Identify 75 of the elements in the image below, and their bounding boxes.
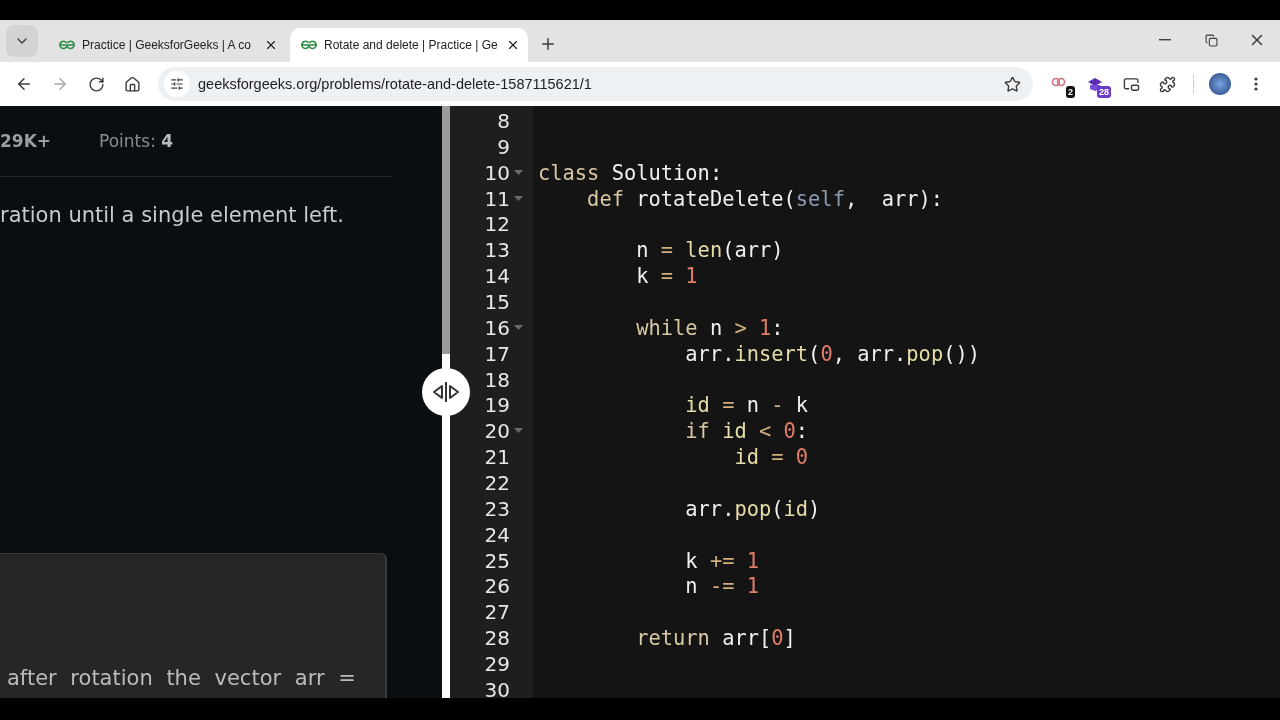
fold-arrow-icon[interactable] [514, 169, 523, 176]
address-bar[interactable]: geeksforgeeks.org/problems/rotate-and-delete-1587115621/1 [158, 67, 1033, 101]
extension-button[interactable]: 2 [1043, 68, 1075, 100]
fold-arrow-icon[interactable] [514, 195, 523, 202]
code-editor[interactable]: class Solution: def rotateDelete(self, arr): n = len(arr) k = 1 while n > 1: arr.insert(0, arr.pop()) id = n - k if id < 0: id = 0 arr.pop(id) k += 1 n -= 1 return arr[0] [533, 106, 1280, 698]
more-icon [1254, 77, 1258, 91]
code-line: n -= 1 [684, 574, 759, 599]
code-line: def rotateDelete(self, arr): [586, 186, 944, 211]
code-line: id = n - k [684, 393, 809, 418]
site-settings-button[interactable] [164, 71, 190, 97]
fold-arrow-icon[interactable] [514, 324, 523, 331]
line-number: 16 [483, 315, 510, 340]
scrollbar-thumb[interactable] [442, 106, 450, 354]
code-line: if id < 0: [684, 419, 809, 444]
line-number: 24 [483, 522, 510, 547]
line-number: 9 [496, 134, 510, 159]
code-line: k += 1 [684, 548, 759, 573]
browser-tab[interactable]: Practice | GeeksforGeeks | A co [48, 28, 286, 62]
url-text: geeksforgeeks.org/problems/rotate-and-delete-1587115621/1 [198, 76, 593, 92]
line-number: 28 [483, 626, 510, 651]
code-line: class Solution: [538, 160, 723, 185]
line-number: 14 [483, 264, 510, 289]
line-number: 15 [483, 289, 510, 314]
code-line: return arr[0] [635, 626, 796, 651]
avatar-icon [1209, 73, 1231, 95]
extension-button[interactable]: 28 [1079, 68, 1111, 100]
line-number: 22 [483, 470, 510, 495]
line-number: 20 [483, 419, 510, 444]
picture-in-picture-icon [1122, 75, 1140, 93]
close-icon[interactable] [506, 38, 520, 52]
fold-arrow-icon[interactable] [514, 428, 523, 435]
line-number: 21 [483, 445, 510, 470]
close-icon[interactable] [264, 38, 278, 52]
count-badge: 28 [1097, 86, 1111, 98]
line-number: 27 [483, 600, 510, 625]
gfg-logo-icon [58, 40, 76, 50]
browser-tab[interactable]: Rotate and delete | Practice | Ge [290, 28, 528, 62]
code-line: k = 1 [635, 264, 698, 289]
example-text: after rotation the vector arr = [7, 666, 356, 690]
puzzle-icon [1158, 75, 1176, 93]
code-line: id = 0 [733, 445, 809, 470]
bookmark-star-icon[interactable] [1004, 75, 1021, 93]
tab-title: Practice | GeeksforGeeks | A co [82, 38, 252, 52]
resize-icon [431, 381, 461, 403]
line-number: 11 [483, 186, 510, 211]
line-number: 23 [483, 496, 510, 521]
code-line: arr.insert(0, arr.pop()) [684, 341, 980, 366]
line-number: 8 [496, 108, 510, 133]
gfg-logo-icon [300, 40, 318, 50]
line-number: 18 [483, 367, 510, 392]
tab-search-button[interactable] [6, 25, 38, 57]
minimize-icon [1159, 39, 1171, 41]
tab-title: Rotate and delete | Practice | Ge [324, 38, 499, 52]
description-text: ration until a single element left. [0, 203, 344, 227]
code-line: n = len(arr) [635, 238, 784, 263]
code-line: while n > 1: [635, 315, 784, 340]
restore-icon [1204, 33, 1218, 47]
code-line: arr.pop(id) [684, 496, 821, 521]
count-badge: 2 [1066, 86, 1075, 98]
line-number: 19 [483, 393, 510, 418]
line-number: 25 [483, 548, 510, 573]
line-number: 13 [483, 238, 510, 263]
stat-text: Points: 4 [99, 131, 174, 151]
line-number: 29 [483, 651, 510, 676]
line-number: 10 [483, 160, 510, 185]
home-icon [123, 75, 141, 93]
reload-icon [87, 75, 105, 93]
line-number: 30 [483, 677, 510, 702]
line-number: 12 [483, 212, 510, 237]
line-number: 26 [483, 574, 510, 599]
plus-icon [539, 35, 557, 53]
forward-arrow-icon [51, 75, 69, 93]
sliders-icon [170, 77, 184, 91]
stat-text: 29K+ [0, 131, 52, 151]
line-number: 17 [483, 341, 510, 366]
